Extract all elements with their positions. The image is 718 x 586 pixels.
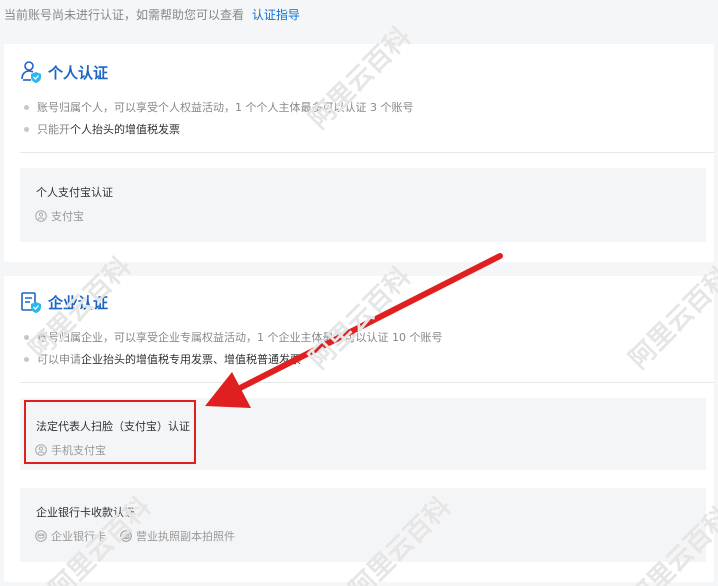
highlight-box: [24, 400, 196, 464]
list-item: 只能开 个人抬头的增值税发票: [24, 118, 413, 140]
bank-card-tag: 企业银行卡: [35, 528, 106, 544]
personal-alipay-auth-option[interactable]: 个人支付宝认证 支付宝: [20, 168, 706, 242]
alipay-icon: [35, 210, 47, 222]
personal-benefit-1: 账号归属个人，可以享受个人权益活动，1 个个人主体最多可以认证 3 个账号: [37, 101, 414, 114]
personal-auth-header: 个人认证: [20, 60, 108, 84]
person-shield-icon: [21, 61, 41, 83]
option-label: 企业银行卡: [51, 530, 106, 543]
option-label: 支付宝: [51, 210, 84, 223]
list-item: 账号归属企业，可以享受企业专属权益活动，1 个企业主体最多可以认证 10 个账号: [24, 326, 442, 348]
bullet-dot: [24, 356, 29, 362]
list-item: 账号归属个人，可以享受个人权益活动，1 个个人主体最多可以认证 3 个账号: [24, 96, 413, 118]
option-label: 营业执照副本拍照件: [136, 530, 235, 543]
bank-card-auth-option[interactable]: 企业银行卡收款认证 企业银行卡 营业执照副本拍照件: [20, 488, 706, 562]
auth-notice: 当前账号尚未进行认证，如需帮助您可以查看 认证指导: [4, 6, 300, 23]
bullet-dot: [24, 126, 29, 132]
enterprise-shield-icon: [21, 292, 41, 313]
auth-guide-link[interactable]: 认证指导: [252, 8, 300, 22]
method-title: 企业银行卡收款认证: [36, 506, 135, 519]
enterprise-benefit-2-strong: 企业抬头的增值税专用发票、增值税普通发票: [81, 353, 301, 366]
personal-auth-card: 个人认证 账号归属个人，可以享受个人权益活动，1 个个人主体最多可以认证 3 个…: [4, 44, 714, 262]
bullet-dot: [24, 104, 29, 110]
enterprise-benefits: 账号归属企业，可以享受企业专属权益活动，1 个企业主体最多可以认证 10 个账号…: [24, 326, 442, 370]
camera-icon: [120, 530, 132, 542]
personal-benefit-2-strong: 个人抬头的增值税发票: [70, 123, 180, 136]
enterprise-benefit-1: 账号归属企业，可以享受企业专属权益活动，1 个企业主体最多可以认证 10 个账号: [37, 331, 443, 344]
divider: [20, 382, 714, 383]
enterprise-auth-title: 企业认证: [48, 293, 109, 312]
personal-benefit-2-prefix: 只能开: [37, 123, 70, 136]
enterprise-benefit-2-prefix: 可以申请: [37, 353, 81, 366]
alipay-tag: 支付宝: [35, 208, 84, 224]
method-title: 个人支付宝认证: [36, 186, 113, 199]
personal-auth-title: 个人认证: [48, 63, 109, 82]
bullet-dot: [24, 334, 29, 340]
list-item: 可以申请 企业抬头的增值税专用发票、增值税普通发票: [24, 348, 442, 370]
bank-card-icon: [35, 530, 47, 542]
notice-text: 当前账号尚未进行认证，如需帮助您可以查看: [4, 8, 245, 22]
business-license-tag: 营业执照副本拍照件: [120, 528, 235, 544]
divider: [20, 152, 714, 153]
enterprise-auth-header: 企业认证: [20, 290, 108, 314]
personal-benefits: 账号归属个人，可以享受个人权益活动，1 个个人主体最多可以认证 3 个账号 只能…: [24, 96, 413, 140]
